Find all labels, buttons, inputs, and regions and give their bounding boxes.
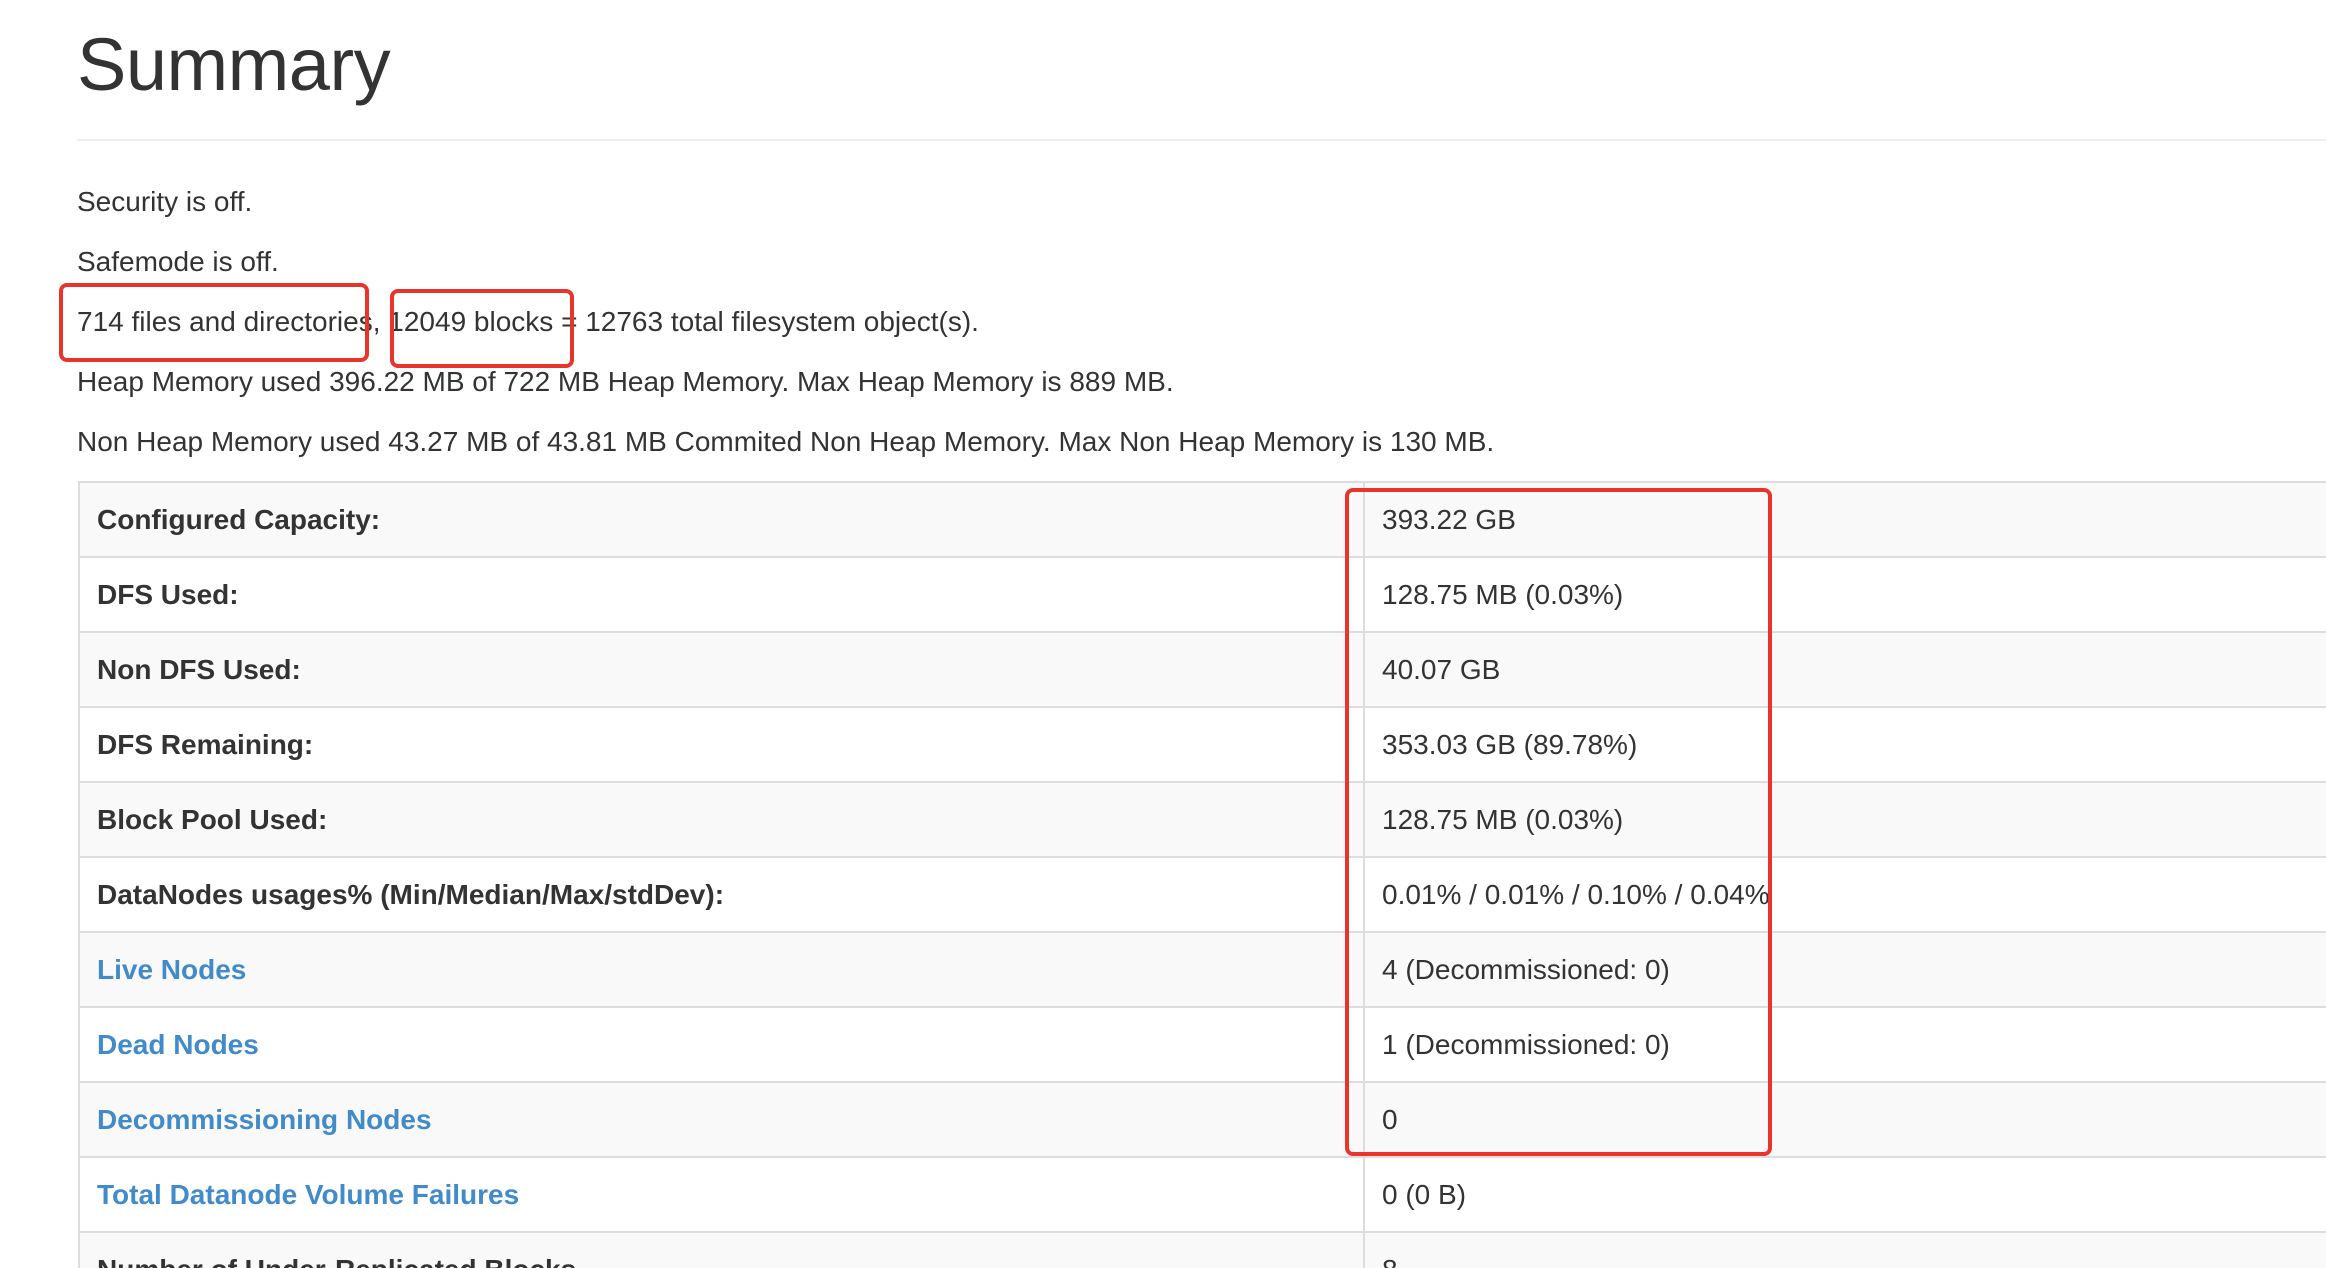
table-row: Block Pool Used: 128.75 MB (0.03%) (78, 781, 2326, 858)
row-label: DataNodes usages% (Min/Median/Max/stdDev… (97, 878, 725, 910)
summary-table: Configured Capacity: 393.22 GB DFS Used: 12… (78, 481, 2326, 1268)
row-label-cell: Dead Nodes (78, 1006, 1365, 1083)
row-label: Block Pool Used: (97, 803, 328, 835)
table-row: Total Datanode Volume Failures 0 (0 B) (78, 1156, 2326, 1233)
table-row: DataNodes usages% (Min/Median/Max/stdDev… (78, 856, 2326, 933)
table-row: DFS Used: 128.75 MB (0.03%) (78, 556, 2326, 633)
row-label: DFS Remaining: (97, 728, 314, 760)
row-label-cell: DFS Used: (78, 556, 1365, 633)
row-label-cell: Block Pool Used: (78, 781, 1365, 858)
row-label: DFS Used: (97, 578, 239, 610)
dead-nodes-link[interactable]: Dead Nodes (97, 1029, 259, 1060)
table-row: Decommissioning Nodes 0 (78, 1081, 2326, 1158)
row-label-cell: Live Nodes (78, 931, 1365, 1008)
row-value: 0 (0 B) (1363, 1156, 2326, 1233)
total-datanode-volume-failures-link[interactable]: Total Datanode Volume Failures (97, 1179, 519, 1210)
namenode-summary-page: Summary Security is off. Safemode is off… (0, 0, 2326, 1268)
table-row: Non DFS Used: 40.07 GB (78, 631, 2326, 708)
row-label-cell: DataNodes usages% (Min/Median/Max/stdDev… (78, 856, 1365, 933)
row-label: Non DFS Used: (97, 653, 301, 685)
row-value: 128.75 MB (0.03%) (1363, 556, 2326, 633)
row-label-cell: Non DFS Used: (78, 631, 1365, 708)
row-value: 0.01% / 0.01% / 0.10% / 0.04% (1363, 856, 2326, 933)
row-label-cell: Number of Under-Replicated Blocks (78, 1231, 1365, 1268)
table-row: DFS Remaining: 353.03 GB (89.78%) (78, 706, 2326, 783)
row-value: 1 (Decommissioned: 0) (1363, 1006, 2326, 1083)
heap-memory-summary: Heap Memory used 396.22 MB of 722 MB Hea… (77, 366, 1174, 397)
table-row: Live Nodes 4 (Decommissioned: 0) (78, 931, 2326, 1008)
row-label-cell: Total Datanode Volume Failures (78, 1156, 1365, 1233)
title-divider (77, 139, 2326, 141)
table-row: Number of Under-Replicated Blocks 8 (78, 1231, 2326, 1268)
row-value: 8 (1363, 1231, 2326, 1268)
filesystem-objects-summary: 714 files and directories, 12049 blocks … (77, 306, 979, 337)
non-heap-memory-summary: Non Heap Memory used 43.27 MB of 43.81 M… (77, 426, 1495, 457)
security-status: Security is off. (77, 186, 253, 217)
row-label-cell: Decommissioning Nodes (78, 1081, 1365, 1158)
row-value: 40.07 GB (1363, 631, 2326, 708)
row-label-cell: DFS Remaining: (78, 706, 1365, 783)
row-value: 128.75 MB (0.03%) (1363, 781, 2326, 858)
row-value: 0 (1363, 1081, 2326, 1158)
table-row: Dead Nodes 1 (Decommissioned: 0) (78, 1006, 2326, 1083)
row-label: Number of Under-Replicated Blocks (97, 1254, 576, 1268)
page-title: Summary (77, 23, 391, 106)
live-nodes-link[interactable]: Live Nodes (97, 954, 246, 985)
row-value: 353.03 GB (89.78%) (1363, 706, 2326, 783)
row-label: Configured Capacity: (97, 503, 381, 535)
decommissioning-nodes-link[interactable]: Decommissioning Nodes (97, 1104, 432, 1135)
row-value: 393.22 GB (1363, 481, 2326, 558)
row-value: 4 (Decommissioned: 0) (1363, 931, 2326, 1008)
row-label-cell: Configured Capacity: (78, 481, 1365, 558)
table-row: Configured Capacity: 393.22 GB (78, 481, 2326, 558)
safemode-status: Safemode is off. (77, 246, 279, 277)
